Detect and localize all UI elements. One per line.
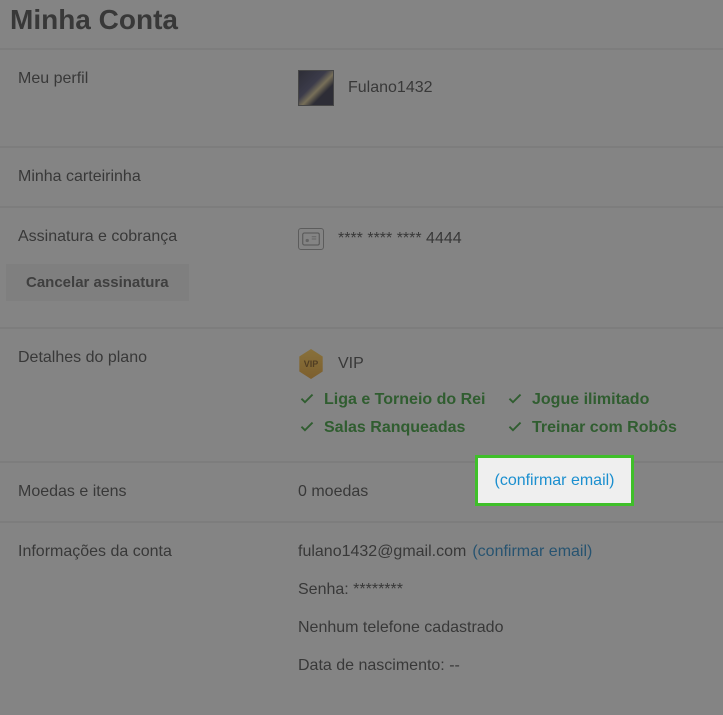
card-number-masked: **** **** **** 4444: [338, 230, 462, 248]
billing-row: Assinatura e cobrança Cancelar assinatur…: [0, 206, 723, 327]
avatar[interactable]: [298, 70, 334, 106]
page-title: Minha Conta: [0, 0, 723, 48]
plan-tier: VIP: [338, 355, 364, 373]
feature-item: Salas Ranqueadas: [298, 419, 498, 437]
plan-label: Detalhes do plano: [18, 349, 298, 437]
confirm-email-link[interactable]: (confirmar email): [472, 543, 592, 561]
billing-label: Assinatura e cobrança: [18, 228, 298, 246]
cancel-subscription-button[interactable]: Cancelar assinatura: [6, 264, 189, 301]
account-password: Senha: ********: [298, 581, 705, 599]
feature-list: Liga e Torneio do Rei Jogue ilimitado Sa…: [298, 391, 706, 437]
feature-label: Liga e Torneio do Rei: [324, 391, 486, 409]
check-icon: [506, 419, 524, 437]
check-icon: [298, 419, 316, 437]
vip-badge-icon: VIP: [298, 349, 324, 379]
feature-item: Liga e Torneio do Rei: [298, 391, 498, 409]
feature-item: Jogue ilimitado: [506, 391, 706, 409]
account-email: fulano1432@gmail.com: [298, 543, 466, 561]
feature-label: Salas Ranqueadas: [324, 419, 465, 437]
coins-label: Moedas e itens: [18, 483, 298, 501]
confirm-email-link-highlighted[interactable]: (confirmar email): [494, 472, 614, 490]
account-phone: Nenhum telefone cadastrado: [298, 619, 705, 637]
profile-row: Meu perfil Fulano1432: [0, 48, 723, 146]
feature-label: Treinar com Robôs: [532, 419, 677, 437]
plan-row: Detalhes do plano VIP VIP Liga e Torneio…: [0, 327, 723, 461]
highlight-box: (confirmar email): [475, 455, 634, 506]
account-info-row: Informações da conta fulano1432@gmail.co…: [0, 521, 723, 715]
wallet-row[interactable]: Minha carteirinha: [0, 146, 723, 206]
username: Fulano1432: [348, 79, 433, 97]
feature-label: Jogue ilimitado: [532, 391, 649, 409]
account-info-label: Informações da conta: [18, 543, 298, 695]
account-birthdate: Data de nascimento: --: [298, 657, 705, 675]
feature-item: Treinar com Robôs: [506, 419, 706, 437]
check-icon: [506, 391, 524, 409]
credit-card-icon: [298, 228, 324, 250]
check-icon: [298, 391, 316, 409]
profile-label: Meu perfil: [18, 70, 298, 106]
wallet-label: Minha carteirinha: [18, 168, 141, 186]
